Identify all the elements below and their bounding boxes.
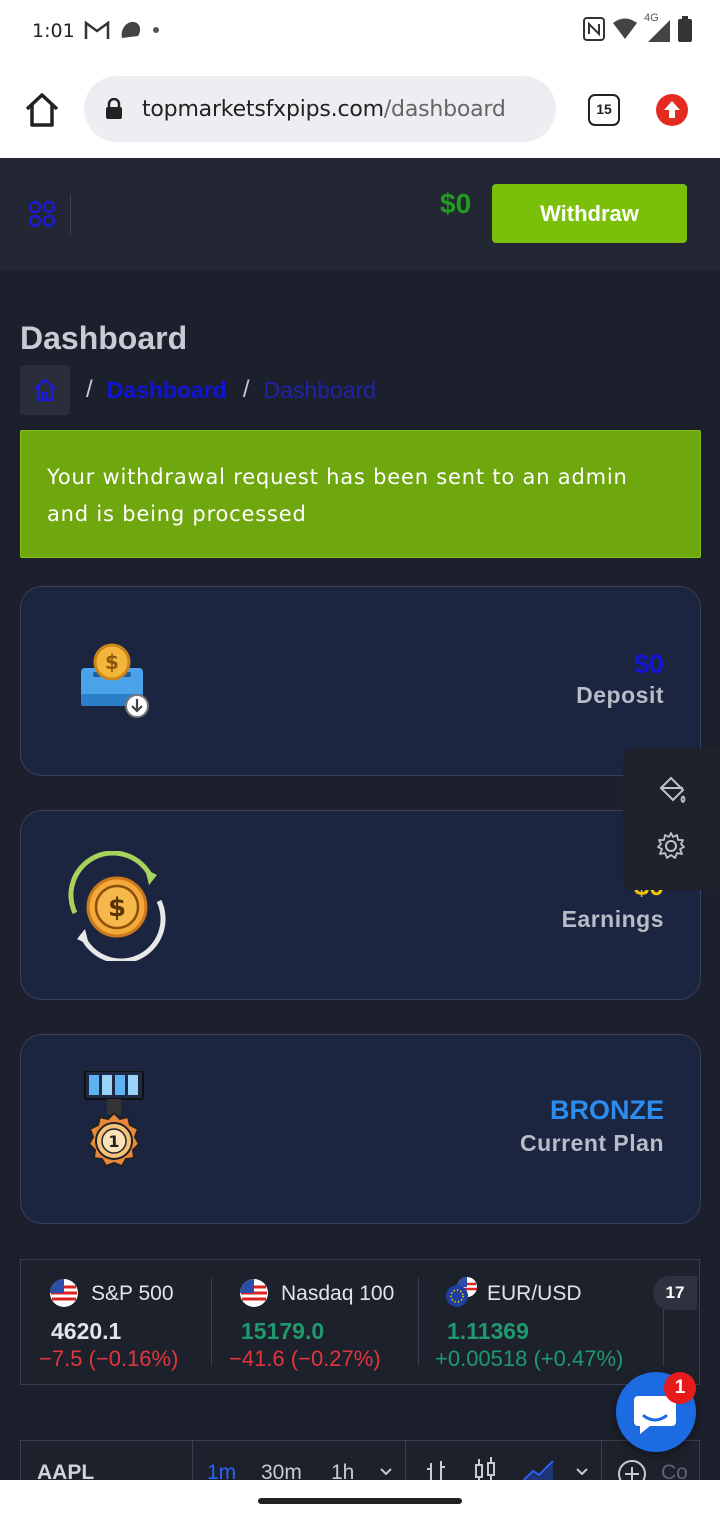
theme-side-panel [623, 748, 720, 890]
toolbar-divider [192, 1441, 193, 1480]
svg-text:$: $ [105, 650, 119, 674]
candles-icon[interactable] [473, 1457, 497, 1480]
compare-label[interactable]: Co [661, 1461, 688, 1480]
timeframe-30m[interactable]: 30m [261, 1461, 302, 1480]
grid-menu-icon[interactable] [28, 200, 56, 228]
ticker-tape: S&P 500 4620.1 −7.5 (−0.16%) Nasdaq 100 … [20, 1259, 700, 1385]
ticker-change: −7.5 (−0.16%) [39, 1346, 179, 1371]
ticker-divider [418, 1278, 419, 1366]
plan-label: Current Plan [519, 1130, 664, 1156]
chart-toolbar: AAPL 1m 30m 1h Co [20, 1440, 700, 1480]
breadcrumb-separator: / [86, 376, 93, 403]
status-bar: 1:01 4G [0, 0, 720, 64]
nfc-icon [583, 17, 605, 41]
ticker-change: −41.6 (−0.27%) [229, 1346, 381, 1371]
earnings-label: Earnings [561, 906, 664, 932]
eur-usd-flag-icon [446, 1277, 477, 1307]
breadcrumb-separator: / [242, 376, 250, 403]
toolbar-divider [405, 1441, 406, 1480]
url-path: /dashboard [383, 97, 506, 122]
url-bar[interactable]: topmarketsfxpips.com/dashboard [84, 76, 556, 142]
breadcrumb-home[interactable] [20, 365, 70, 415]
withdraw-button[interactable]: Withdraw [492, 184, 687, 243]
ticker-name: Nasdaq 100 [281, 1282, 395, 1305]
ticker-price: 4620.1 [51, 1318, 122, 1344]
gmail-icon [84, 20, 110, 39]
status-time: 1:01 [32, 20, 75, 42]
breadcrumb-link-dashboard[interactable]: Dashboard [107, 377, 227, 404]
home-icon [34, 378, 56, 402]
ticker-name: EUR/USD [487, 1282, 582, 1305]
browser-toolbar: topmarketsfxpips.com/dashboard 15 [0, 64, 720, 158]
us-flag-icon [240, 1279, 268, 1307]
paint-bucket-icon[interactable] [655, 774, 687, 806]
update-icon [664, 101, 680, 118]
bar-chart-type-icon[interactable] [425, 1459, 447, 1480]
update-button[interactable] [656, 94, 688, 126]
timeframe-1m[interactable]: 1m [207, 1461, 236, 1480]
chat-unread-badge: 1 [664, 1372, 696, 1404]
us-flag-icon [50, 1279, 78, 1307]
deposit-icon: $ [81, 643, 149, 718]
page-title: Dashboard [20, 320, 188, 356]
plan-name: BRONZE [550, 1095, 664, 1125]
deposit-amount: $0 [633, 649, 664, 679]
url-domain: topmarketsfxpips.com [142, 97, 384, 122]
chevron-down-icon[interactable] [379, 1467, 393, 1477]
medal-icon: 1 [84, 1071, 144, 1168]
chevron-down-icon[interactable] [575, 1467, 589, 1477]
gear-icon[interactable] [655, 830, 687, 862]
plan-card[interactable]: 1 BRONZE Current Plan [20, 1034, 701, 1224]
ticker-change: +0.00518 (+0.47%) [435, 1346, 624, 1371]
dot-icon [153, 27, 159, 33]
success-alert: Your withdrawal request has been sent to… [20, 430, 701, 558]
tradingview-logo[interactable]: 17 [653, 1276, 697, 1310]
breadcrumb: / Dashboard / Dashboard [20, 365, 376, 415]
header-balance: $0 [440, 188, 472, 219]
deposit-card[interactable]: $ $0 Deposit [20, 586, 701, 776]
earnings-coin-icon: $ [68, 851, 166, 961]
wifi-icon [613, 18, 637, 39]
ticker-divider [211, 1278, 212, 1366]
timeframe-1h[interactable]: 1h [331, 1461, 354, 1480]
svg-text:1: 1 [108, 1132, 119, 1151]
ticker-price: 1.11369 [447, 1318, 529, 1344]
add-compare-icon[interactable] [617, 1459, 647, 1480]
area-chart-icon[interactable] [521, 1459, 555, 1480]
battery-icon [678, 16, 692, 42]
tabs-button[interactable]: 15 [588, 94, 620, 126]
app-header: $0 Withdraw [0, 158, 720, 270]
header-divider [70, 194, 71, 234]
ticker-name: S&P 500 [91, 1282, 174, 1305]
toolbar-divider [601, 1441, 602, 1480]
notification-icon [121, 21, 141, 38]
deposit-label: Deposit [576, 682, 664, 708]
earnings-card[interactable]: $ $0 Earnings [20, 810, 701, 1000]
svg-text:$: $ [108, 893, 126, 923]
breadcrumb-current: Dashboard [263, 376, 377, 403]
home-icon[interactable] [22, 90, 62, 130]
lock-icon [106, 98, 122, 119]
home-gesture-pill[interactable] [258, 1498, 462, 1504]
chart-symbol[interactable]: AAPL [37, 1461, 94, 1480]
signal-icon [648, 20, 670, 42]
ticker-price: 15179.0 [241, 1318, 325, 1344]
system-nav-bar [0, 1480, 720, 1520]
url-text[interactable]: topmarketsfxpips.com/dashboard [142, 97, 506, 122]
